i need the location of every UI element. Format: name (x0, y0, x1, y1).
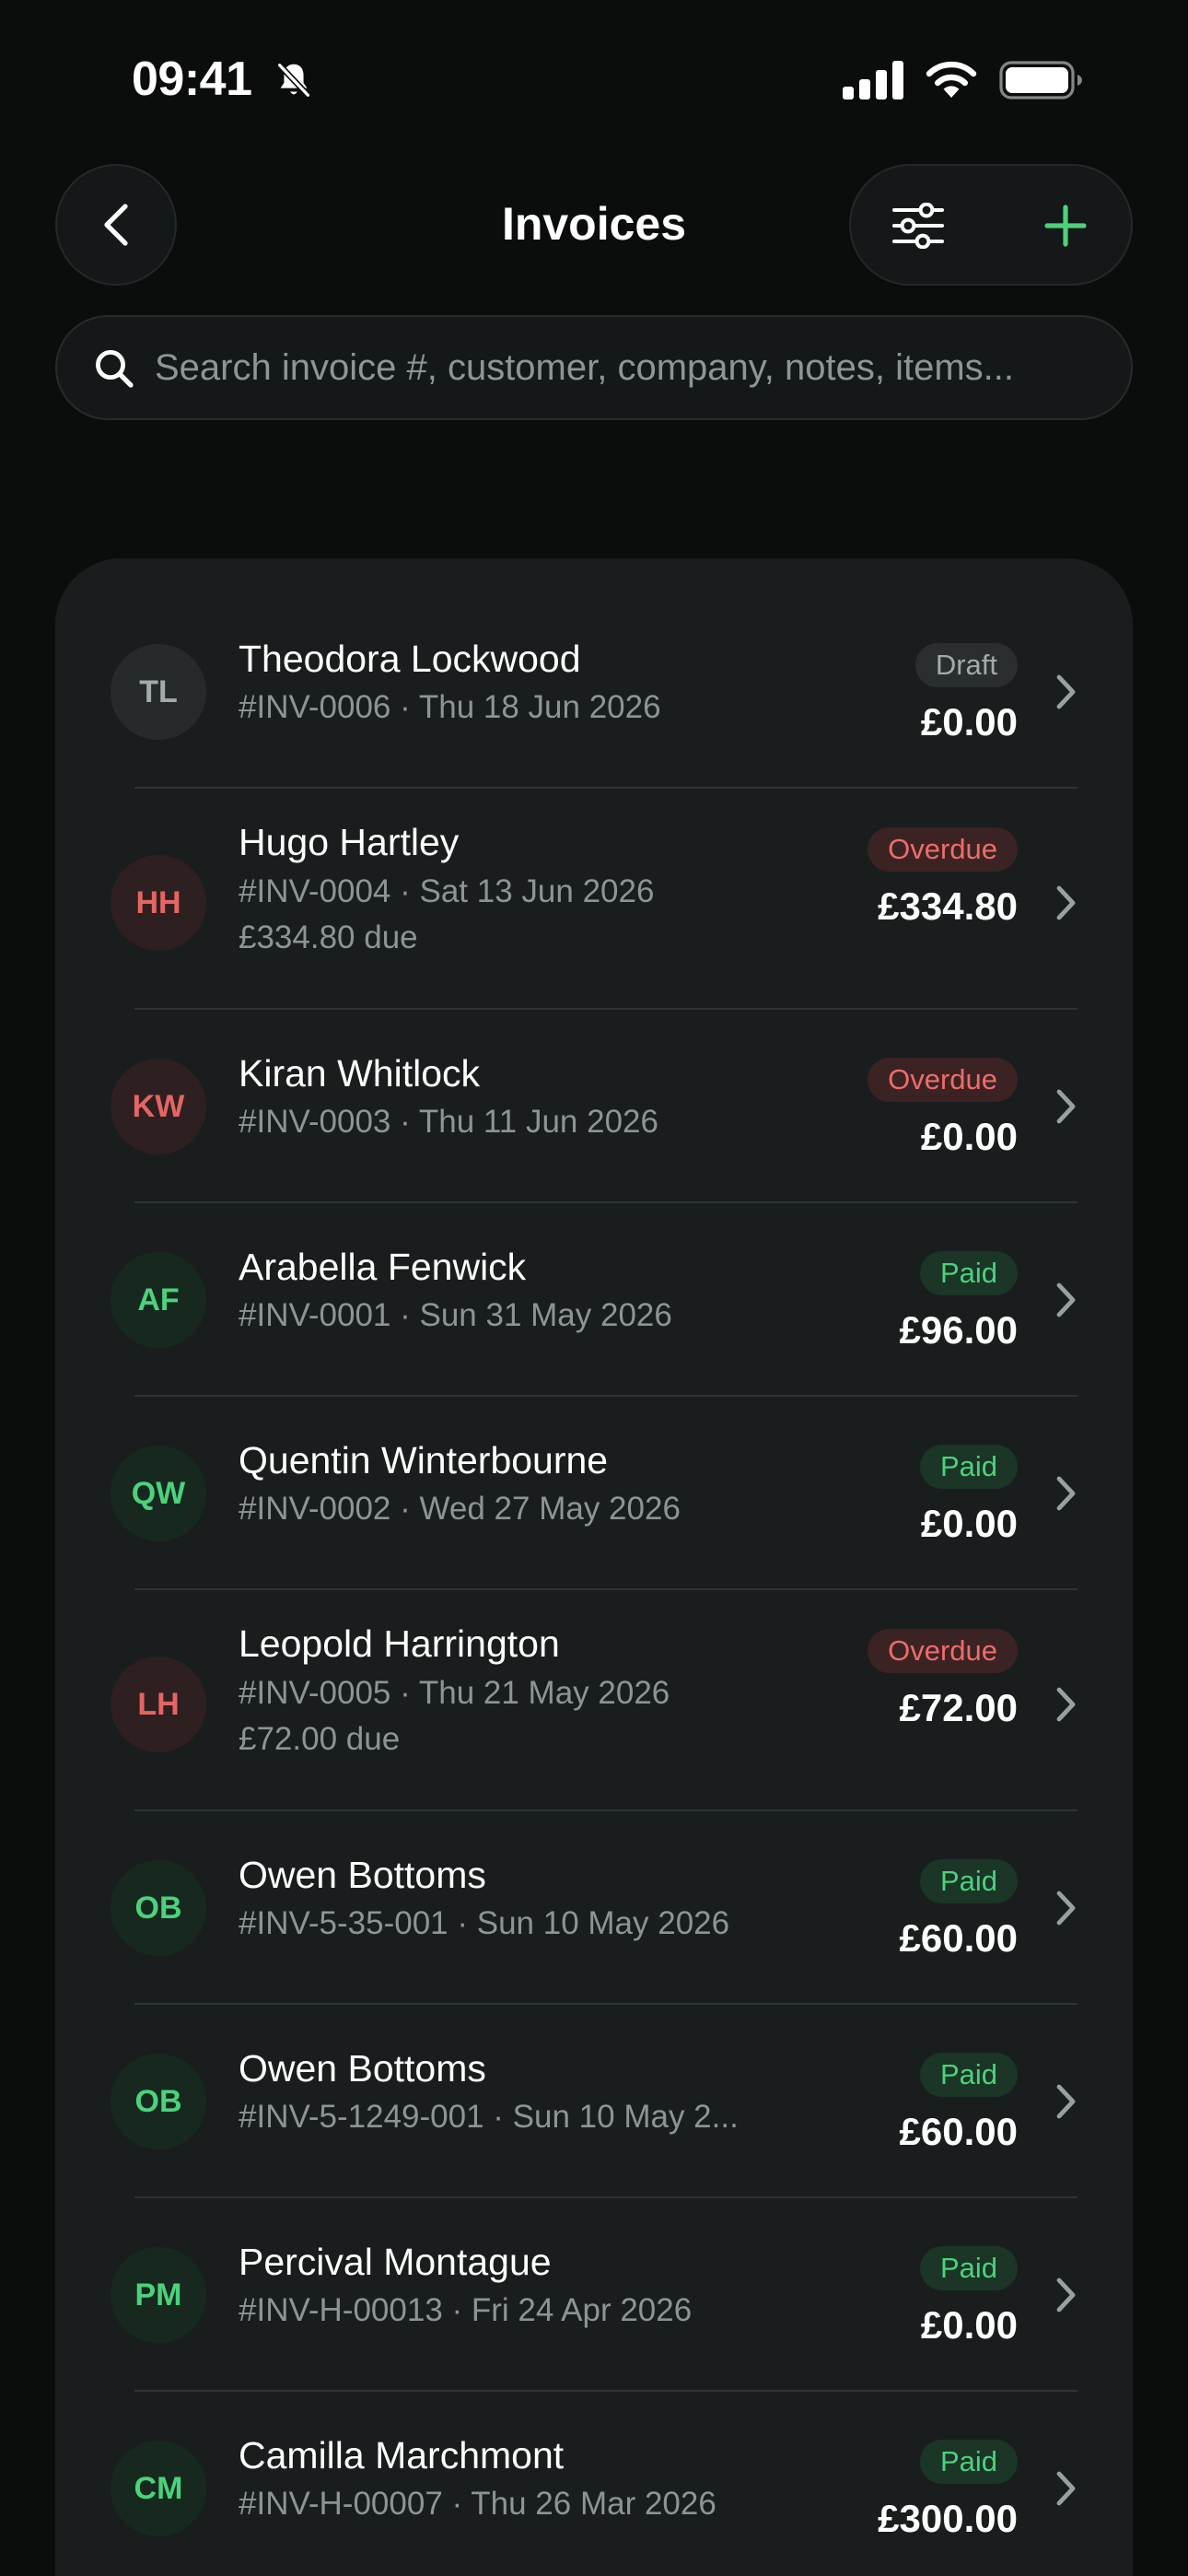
customer-name: Arabella Fenwick (239, 1246, 527, 1288)
invoice-amount: £72.00 (899, 1686, 1018, 1729)
invoice-row[interactable]: OB Owen Bottoms #INV-5-35-001 · Sun 10 May… (55, 1811, 1133, 2005)
chevron-right-icon (1056, 1891, 1076, 1926)
chevron-right-icon (1056, 674, 1076, 709)
status-badge: Paid (919, 1445, 1018, 1489)
invoices-screen: 09:41 Invoices Search invoice #, custome… (0, 0, 1188, 2576)
customer-name: Leopold Harrington (239, 1622, 560, 1665)
avatar: CM (111, 2441, 206, 2536)
avatar: QW (111, 1446, 206, 1541)
invoice-meta: #INV-H-00007 · Thu 26 Mar 2026 (239, 2486, 716, 2522)
search-input[interactable] (155, 317, 1112, 418)
customer-name: Camilla Marchmont (239, 2434, 565, 2476)
invoice-meta: #INV-0006 · Thu 18 Jun 2026 (239, 689, 661, 725)
invoice-row[interactable]: TL Theodora Lockwood #INV-0006 · Thu 18 Ju… (55, 558, 1133, 789)
invoice-meta: #INV-0002 · Wed 27 May 2026 (239, 1491, 681, 1527)
chevron-right-icon (1056, 1687, 1076, 1722)
invoice-amount: £96.00 (899, 1308, 1018, 1352)
wifi-icon (926, 61, 977, 98)
avatar: AF (111, 1252, 206, 1348)
invoice-meta: #INV-0005 · Thu 21 May 2026 (239, 1675, 670, 1711)
invoice-row[interactable]: CM Camilla Marchmont #INV-H-00007 · Thu 26… (55, 2392, 1133, 2576)
invoice-meta: #INV-5-35-001 · Sun 10 May 2026 (239, 1905, 730, 1941)
status-badge: Paid (919, 1251, 1018, 1295)
status-bar: 09:41 (0, 0, 1188, 157)
status-badge: Paid (919, 1859, 1018, 1903)
customer-name: Kiran Whitlock (239, 1052, 481, 1095)
invoice-amount: £0.00 (920, 700, 1018, 744)
invoice-meta: #INV-H-00013 · Fri 24 Apr 2026 (239, 2292, 693, 2328)
cellular-signal-icon (843, 61, 903, 100)
avatar: OB (111, 1860, 206, 1956)
avatar: TL (111, 644, 206, 740)
invoice-row[interactable]: PM Percival Montague #INV-H-00013 · Fri 24… (55, 2198, 1133, 2392)
status-badge: Draft (914, 643, 1018, 687)
add-invoice-button[interactable] (1035, 195, 1096, 256)
bell-slash-icon (277, 63, 310, 98)
invoice-amount: £0.00 (920, 1115, 1018, 1158)
chevron-right-icon (1056, 1089, 1076, 1124)
chevron-right-icon (1056, 885, 1076, 920)
sliders-icon (892, 203, 944, 249)
status-badge: Overdue (868, 1058, 1018, 1102)
status-badge: Overdue (868, 827, 1018, 872)
search-icon (95, 349, 134, 388)
chevron-right-icon (1056, 2471, 1076, 2506)
invoice-amount: £300.00 (878, 2497, 1018, 2540)
invoice-amount: £60.00 (899, 1916, 1018, 1960)
invoice-amount: £0.00 (920, 1502, 1018, 1545)
chevron-right-icon (1056, 1476, 1076, 1511)
customer-name: Quentin Winterbourne (239, 1439, 609, 1481)
search-bar (55, 315, 1133, 420)
invoice-row[interactable]: HH Hugo Hartley #INV-0004 · Sat 13 Jun 202… (55, 789, 1133, 1010)
chevron-right-icon (1056, 2277, 1076, 2313)
avatar: OB (111, 2054, 206, 2149)
invoice-meta: #INV-0001 · Sun 31 May 2026 (239, 1297, 672, 1333)
invoice-row[interactable]: KW Kiran Whitlock #INV-0003 · Thu 11 Jun 2… (55, 1010, 1133, 1203)
status-badge: Paid (919, 2246, 1018, 2290)
avatar: LH (111, 1657, 206, 1752)
customer-name: Theodora Lockwood (239, 638, 581, 680)
invoice-amount: £60.00 (899, 2110, 1018, 2153)
customer-name: Hugo Hartley (239, 821, 460, 863)
status-badge: Overdue (868, 1629, 1018, 1673)
avatar: KW (111, 1059, 206, 1154)
invoice-row[interactable]: OB Owen Bottoms #INV-5-1249-001 · Sun 10 M… (55, 2005, 1133, 2198)
filter-button[interactable] (888, 195, 949, 256)
customer-name: Owen Bottoms (239, 1854, 486, 1896)
invoice-row[interactable]: LH Leopold Harrington #INV-0005 · Thu 21 M… (55, 1590, 1133, 1811)
status-badge: Paid (919, 2440, 1018, 2484)
battery-icon (999, 61, 1082, 100)
amount-due: £72.00 due (239, 1721, 401, 1757)
avatar: HH (111, 855, 206, 951)
invoice-meta: #INV-5-1249-001 · Sun 10 May 2... (239, 2099, 739, 2135)
invoice-meta: #INV-0004 · Sat 13 Jun 2026 (239, 873, 655, 909)
plus-icon (1044, 205, 1087, 247)
invoice-row[interactable]: AF Arabella Fenwick #INV-0001 · Sun 31 May… (55, 1203, 1133, 1397)
invoice-row[interactable]: QW Quentin Winterbourne #INV-0002 · Wed 27… (55, 1397, 1133, 1590)
chevron-right-icon (1056, 2084, 1076, 2119)
invoice-amount: £0.00 (920, 2303, 1018, 2347)
amount-due: £334.80 due (239, 919, 418, 955)
customer-name: Owen Bottoms (239, 2047, 486, 2090)
customer-name: Percival Montague (239, 2241, 552, 2283)
invoice-list: TL Theodora Lockwood #INV-0006 · Thu 18 Ju… (55, 558, 1133, 2576)
status-time: 09:41 (132, 53, 252, 106)
header-actions (849, 164, 1133, 286)
chevron-right-icon (1056, 1282, 1076, 1317)
status-badge: Paid (919, 2053, 1018, 2097)
invoice-meta: #INV-0003 · Thu 11 Jun 2026 (239, 1104, 658, 1140)
avatar: PM (111, 2247, 206, 2343)
invoice-amount: £334.80 (878, 884, 1018, 928)
